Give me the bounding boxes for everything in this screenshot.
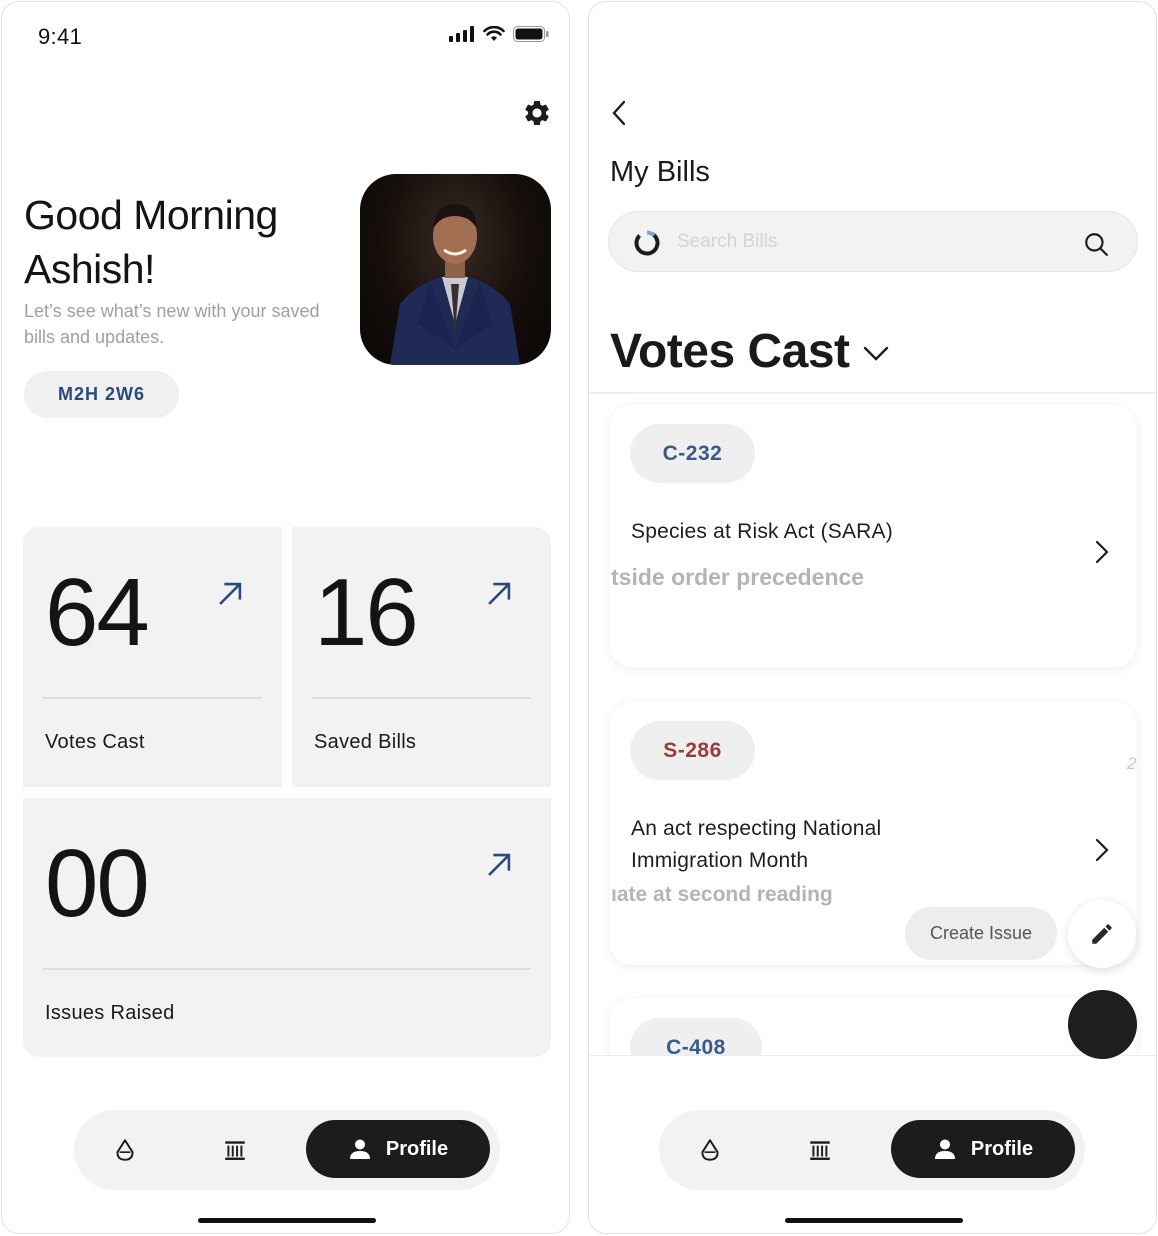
list-bottom-divider [589,1055,1156,1056]
bill-status: ıate at second reading [611,883,833,906]
nav-profile-label: Profile [385,1137,449,1160]
votes-cast-label: Votes Cast [45,731,145,753]
greeting-line-1: Good Morning [24,192,278,238]
create-issue-button[interactable]: Create Issue [905,907,1057,960]
back-chevron-icon[interactable] [607,98,631,128]
chevron-right-icon[interactable] [1093,837,1111,863]
bill-status: tside order precedence [611,564,865,590]
page-title: My Bills [610,156,710,188]
nav-profile-tab[interactable]: Profile [891,1120,1075,1178]
votes-cast-card[interactable]: 64 Votes Cast [23,527,282,787]
nav-droplet-icon[interactable] [697,1137,723,1163]
arrow-up-right-icon [488,582,511,605]
saved-bills-card[interactable]: 16 Saved Bills [292,527,551,787]
home-indicator [198,1218,376,1223]
bill-code-chip: C-232 [630,424,755,483]
nav-droplet-icon[interactable] [112,1137,138,1163]
nav-parliament-icon[interactable] [222,1137,248,1163]
bills-list: C-232 Species at Risk Act (SARA) tside o… [589,394,1156,1055]
wifi-icon [483,26,505,41]
chevron-right-icon[interactable] [1093,539,1111,565]
nav-parliament-icon[interactable] [807,1137,833,1163]
home-indicator [785,1218,963,1223]
greeting-line-2: Ashish! [24,246,155,292]
bottom-nav: Profile [659,1110,1085,1190]
bill-code-chip: S-286 [630,721,755,780]
card-divider [312,697,531,699]
votes-cast-count: 64 [45,559,150,666]
pencil-icon [1092,924,1112,944]
home-screen: 9:41 Good Morning Ashish! Let’s see what… [1,1,570,1234]
profile-photo [390,204,520,365]
search-bar[interactable]: Search Bills [608,211,1138,272]
issues-raised-count: 00 [45,830,150,937]
search-placeholder: Search Bills [677,231,778,252]
card-divider [43,697,262,699]
nav-profile-label: Profile [970,1137,1034,1160]
person-icon [934,1139,955,1159]
arrow-up-right-icon [488,853,511,876]
section-dropdown-label[interactable]: Votes Cast [610,324,850,379]
bill-card[interactable]: C-408 [609,998,1137,1055]
bottom-nav: Profile [74,1110,500,1190]
bill-code-chip: C-408 [630,1018,762,1055]
main-fab[interactable] [1068,990,1137,1059]
overlay-text-fragment: 2 [1127,754,1137,773]
bill-card[interactable]: C-232 Species at Risk Act (SARA) tside o… [609,404,1137,668]
saved-bills-count: 16 [314,559,419,666]
bill-title: An act respecting National Immigration M… [631,817,882,872]
nav-profile-tab[interactable]: Profile [306,1120,490,1178]
bill-card[interactable]: S-286 An act respecting National Immigra… [609,701,1137,965]
bill-title: Species at Risk Act (SARA) [631,520,893,543]
signal-icon [449,26,474,42]
greeting-heading: Good Morning Ashish! [24,188,278,296]
settings-gear-icon[interactable] [522,98,552,128]
status-icons [449,26,549,42]
search-icon[interactable] [1083,231,1109,257]
greeting-subtext: Let’s see what’s new with your saved bil… [24,301,320,347]
card-divider [43,968,531,970]
battery-icon [513,26,549,42]
issues-raised-label: Issues Raised [45,1002,175,1024]
loading-spinner-icon [634,230,660,256]
postal-code-chip[interactable]: M2H 2W6 [24,371,179,418]
saved-bills-label: Saved Bills [314,731,417,753]
arrow-up-right-icon [219,582,242,605]
my-bills-screen: My Bills Search Bills Votes Cast C-232 S… [588,1,1157,1234]
issues-raised-card[interactable]: 00 Issues Raised [23,798,551,1057]
chevron-down-icon[interactable] [861,340,891,366]
status-time: 9:41 [38,24,83,49]
profile-avatar[interactable] [360,174,551,365]
person-icon [349,1139,370,1159]
edit-fab[interactable] [1068,900,1136,968]
